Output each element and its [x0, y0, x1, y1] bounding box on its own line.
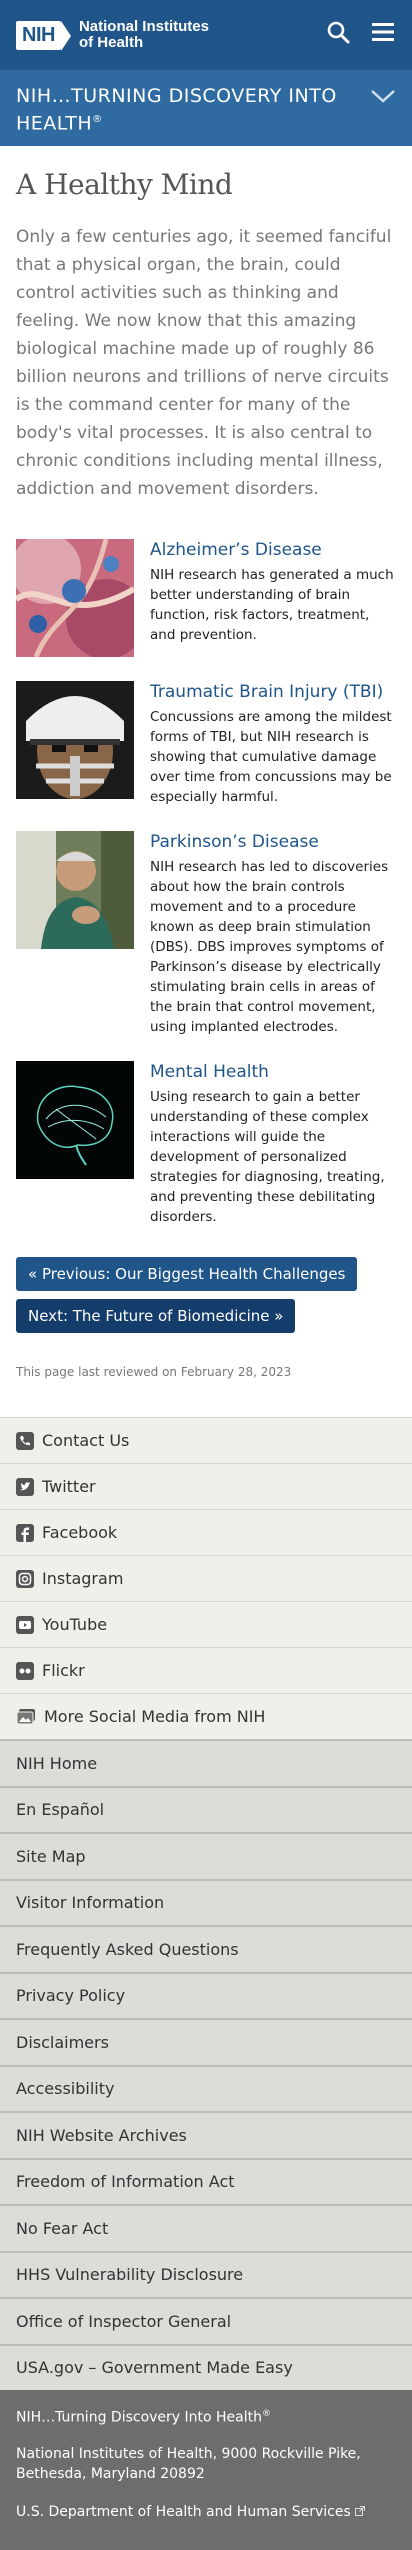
social-item-flickr[interactable]: Flickr: [0, 1647, 412, 1693]
logo-mark: NIH: [16, 20, 71, 51]
topic-description: Concussions are among the mildest forms …: [150, 709, 392, 805]
topic-mental-health: Mental Health Using research to gain a b…: [16, 1061, 396, 1227]
phone-icon: [16, 1431, 34, 1450]
topic-description: NIH research has led to discoveries abou…: [150, 859, 389, 1035]
topic-title-link[interactable]: Traumatic Brain Injury (TBI): [150, 681, 396, 703]
footer-link[interactable]: NIH Website Archives: [0, 2111, 412, 2158]
top-bar: NIH National Institutes of Health: [0, 0, 412, 70]
pagination-buttons: « Previous: Our Biggest Health Challenge…: [16, 1257, 396, 1333]
footer-link[interactable]: NIH Home: [0, 1739, 412, 1786]
facebook-icon: [16, 1523, 34, 1542]
topic-description: Using research to gain a better understa…: [150, 1089, 385, 1225]
footer-link[interactable]: No Fear Act: [0, 2204, 412, 2251]
footer-link[interactable]: Freedom of Information Act: [0, 2157, 412, 2204]
section-title: NIH…TURNING DISCOVERY INTO HEALTH®: [16, 85, 337, 135]
social-item-twitter[interactable]: Twitter: [0, 1463, 412, 1509]
footer-link[interactable]: HHS Vulnerability Disclosure: [0, 2250, 412, 2297]
previous-button[interactable]: « Previous: Our Biggest Health Challenge…: [16, 1257, 358, 1291]
images-icon: [16, 1708, 35, 1724]
footer-link[interactable]: Site Map: [0, 1832, 412, 1879]
social-item-youtube[interactable]: YouTube: [0, 1601, 412, 1647]
instagram-icon: [16, 1569, 34, 1588]
hhs-link[interactable]: U.S. Department of Health and Human Serv…: [16, 2502, 396, 2522]
social-item-facebook[interactable]: Facebook: [0, 1509, 412, 1555]
footer-link[interactable]: En Español: [0, 1785, 412, 1832]
footer-link[interactable]: USA.gov – Government Made Easy: [0, 2343, 412, 2390]
site-header: NIH National Institutes of Health NIH…TU…: [0, 0, 412, 146]
section-header[interactable]: NIH…TURNING DISCOVERY INTO HEALTH®: [0, 70, 412, 146]
footer-link[interactable]: Accessibility: [0, 2064, 412, 2111]
topic-title-link[interactable]: Parkinson’s Disease: [150, 831, 396, 853]
topic-tbi: Traumatic Brain Injury (TBI) Concussions…: [16, 681, 396, 807]
topic-title-link[interactable]: Mental Health: [150, 1061, 396, 1083]
main-content: A Healthy Mind Only a few centuries ago,…: [0, 168, 412, 1379]
intro-paragraph: Only a few centuries ago, it seemed fanc…: [16, 227, 392, 499]
footer-links: NIH Home En Español Site Map Visitor Inf…: [0, 1739, 412, 2390]
next-button[interactable]: Next: The Future of Biomedicine »: [16, 1299, 296, 1333]
footer-link[interactable]: Visitor Information: [0, 1878, 412, 1925]
social-item-instagram[interactable]: Instagram: [0, 1555, 412, 1601]
footer-link[interactable]: Disclaimers: [0, 2018, 412, 2065]
footer-tagline: NIH…Turning Discovery Into Health®: [16, 2409, 272, 2426]
footer-link[interactable]: Office of Inspector General: [0, 2297, 412, 2344]
flickr-icon: [16, 1661, 34, 1680]
parkinsons-image[interactable]: [16, 831, 134, 949]
site-footer: Contact Us Twitter Facebook Instagram Yo…: [0, 1417, 412, 2550]
page-title: A Healthy Mind: [16, 168, 233, 201]
youtube-icon: [16, 1615, 34, 1634]
tbi-image[interactable]: [16, 681, 134, 799]
nih-logo[interactable]: NIH National Institutes of Health: [16, 19, 209, 51]
social-item-more[interactable]: More Social Media from NIH: [0, 1693, 412, 1739]
footer-link[interactable]: Privacy Policy: [0, 1971, 412, 2018]
topic-title-link[interactable]: Alzheimer’s Disease: [150, 539, 396, 561]
social-links: Contact Us Twitter Facebook Instagram Yo…: [0, 1417, 412, 1739]
external-link-icon: [355, 2505, 366, 2516]
logo-text: National Institutes of Health: [78, 18, 209, 51]
alzheimers-image[interactable]: [16, 539, 134, 657]
search-icon[interactable]: [326, 20, 350, 44]
footer-info: NIH…Turning Discovery Into Health® Natio…: [0, 2390, 412, 2550]
social-item-contact[interactable]: Contact Us: [0, 1417, 412, 1463]
footer-link[interactable]: Frequently Asked Questions: [0, 1925, 412, 1972]
last-reviewed: This page last reviewed on February 28, …: [16, 1365, 292, 1379]
mental-health-image[interactable]: [16, 1061, 134, 1179]
topic-parkinsons: Parkinson’s Disease NIH research has led…: [16, 831, 396, 1037]
footer-address: National Institutes of Health, 9000 Rock…: [16, 2445, 361, 2482]
twitter-icon: [16, 1477, 34, 1496]
menu-icon[interactable]: [372, 22, 394, 42]
topic-alzheimers: Alzheimer’s Disease NIH research has gen…: [16, 539, 396, 657]
chevron-down-icon[interactable]: [370, 88, 396, 108]
topic-description: NIH research has generated a much better…: [150, 567, 394, 643]
